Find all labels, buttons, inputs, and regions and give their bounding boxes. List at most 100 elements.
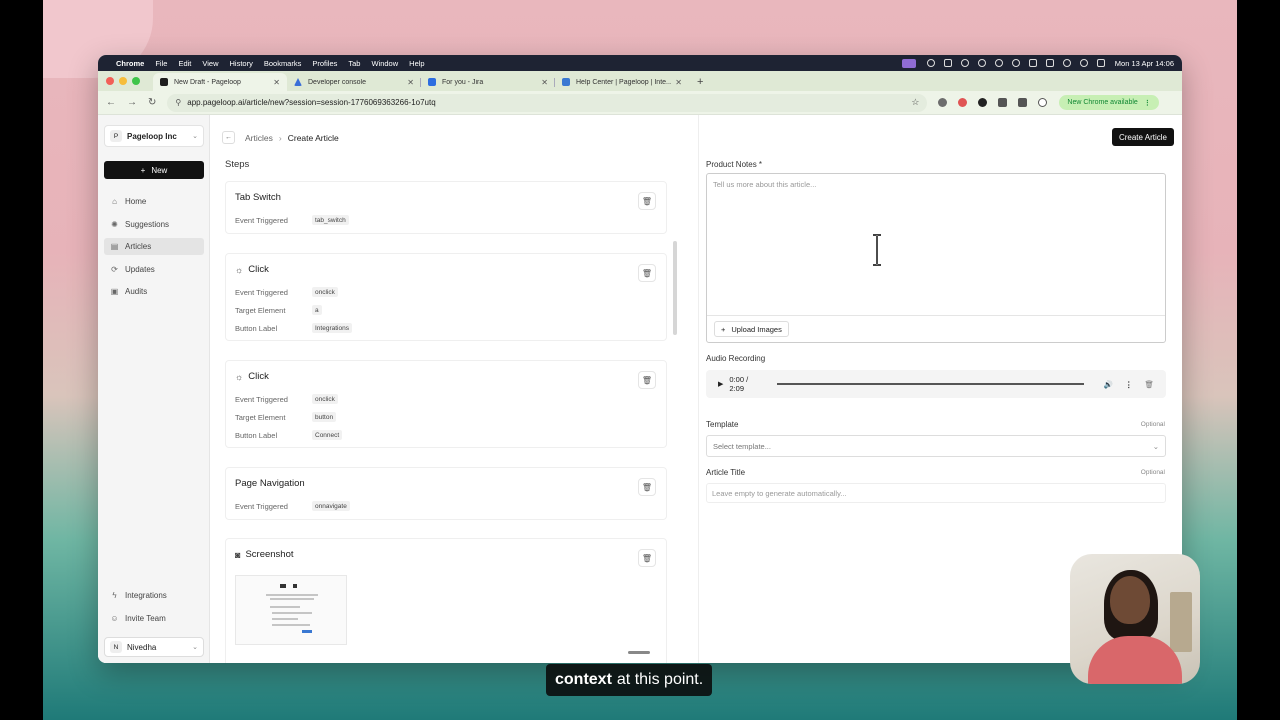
minimize-window-button[interactable] <box>119 77 127 85</box>
step-card: ◙ Screenshot 🗑 <box>225 538 667 663</box>
breadcrumb-articles[interactable]: Articles <box>245 133 273 143</box>
delete-step-trash-icon[interactable]: 🗑 <box>638 371 656 389</box>
menubar-clock[interactable]: Mon 13 Apr 14:06 <box>1115 59 1174 68</box>
sidebar-item-audits[interactable]: ▣ Audits <box>104 283 204 300</box>
sidebar: P Pageloop Inc ⌄ + New ⌂ Home ✺ Suggesti… <box>98 115 210 663</box>
status-icon[interactable] <box>926 59 935 67</box>
screen-recorder-icon[interactable] <box>901 58 916 68</box>
close-tab-icon[interactable]: ✕ <box>541 78 548 87</box>
sidebar-item-integrations[interactable]: ϟ Integrations <box>104 587 204 604</box>
address-bar[interactable]: ⚲ app.pageloop.ai/article/new?session=se… <box>167 93 928 112</box>
menu-chrome[interactable]: Chrome <box>116 59 144 68</box>
side-panel-icon[interactable] <box>1018 98 1028 107</box>
menu-file[interactable]: File <box>155 59 167 68</box>
browser-tab[interactable]: For you - Jira ✕ <box>421 73 555 91</box>
product-notes-textarea[interactable]: Tell us more about this article... + Upl… <box>706 173 1166 343</box>
url-text[interactable]: app.pageloop.ai/article/new?session=sess… <box>187 98 911 107</box>
new-tab-button[interactable]: + <box>689 73 711 91</box>
status-icon[interactable] <box>977 59 986 67</box>
extension-icon[interactable] <box>978 98 988 107</box>
template-select[interactable]: Select template... ⌄ <box>706 435 1166 457</box>
menu-bookmarks[interactable]: Bookmarks <box>264 59 302 68</box>
screenshot-thumbnail[interactable] <box>235 575 347 645</box>
search-icon[interactable] <box>1079 59 1088 67</box>
step-title: Click <box>248 371 269 382</box>
control-center-icon[interactable] <box>1096 59 1105 67</box>
audio-progress-bar[interactable] <box>776 383 1084 385</box>
play-icon[interactable]: ▶ <box>718 380 723 388</box>
document-icon: ▤ <box>110 242 119 251</box>
browser-tab[interactable]: Developer console ✕ <box>287 73 421 91</box>
steps-scrollbar[interactable] <box>673 241 677 335</box>
reload-icon[interactable]: ↻ <box>148 97 156 108</box>
extensions-puzzle-icon[interactable] <box>998 98 1008 107</box>
status-icon[interactable] <box>1011 59 1020 67</box>
step-field-label: Event Triggered <box>235 215 288 225</box>
close-tab-icon[interactable]: ✕ <box>407 78 414 87</box>
article-title-input[interactable]: Leave empty to generate automatically... <box>706 483 1166 503</box>
clipboard-icon: ▣ <box>110 287 119 296</box>
upload-images-label: Upload Images <box>731 324 782 334</box>
zoom-window-button[interactable] <box>132 77 140 85</box>
org-switcher[interactable]: P Pageloop Inc ⌄ <box>104 125 204 147</box>
new-button-label: New <box>151 165 168 175</box>
close-tab-icon[interactable]: ✕ <box>675 78 682 87</box>
horizontal-scroll-handle[interactable] <box>628 651 650 654</box>
delete-step-trash-icon[interactable]: 🗑 <box>638 478 656 496</box>
more-options-icon[interactable]: ⋮ <box>1125 380 1133 389</box>
menu-profiles[interactable]: Profiles <box>312 59 337 68</box>
bookmark-star-icon[interactable]: ☆ <box>911 97 919 108</box>
delete-step-trash-icon[interactable]: 🗑 <box>638 264 656 282</box>
sidebar-item-invite-team[interactable]: ☺ Invite Team <box>104 610 204 627</box>
caption-text: at this point. <box>616 671 704 688</box>
upload-images-button[interactable]: + Upload Images <box>714 321 789 337</box>
delete-audio-trash-icon[interactable]: 🗑 <box>1144 380 1154 389</box>
site-info-icon[interactable]: ⚲ <box>175 98 181 107</box>
close-window-button[interactable] <box>106 77 114 85</box>
menu-edit[interactable]: Edit <box>178 59 191 68</box>
browser-tab[interactable]: New Draft - Pageloop ✕ <box>153 73 287 91</box>
back-arrow-icon[interactable]: ← <box>222 131 235 144</box>
volume-icon[interactable]: 🔊 <box>1104 380 1113 389</box>
battery-icon[interactable] <box>1028 59 1037 67</box>
user-plus-icon: ☺ <box>110 613 119 623</box>
sidebar-item-updates[interactable]: ⟳ Updates <box>104 261 204 278</box>
status-icon[interactable] <box>943 59 952 67</box>
status-icon[interactable] <box>994 59 1003 67</box>
extension-icon[interactable] <box>958 98 968 107</box>
menu-tab[interactable]: Tab <box>348 59 360 68</box>
status-icon[interactable] <box>1045 59 1054 67</box>
back-icon[interactable]: ← <box>106 97 116 108</box>
kebab-menu-icon: ⋮ <box>1143 99 1151 107</box>
close-tab-icon[interactable]: ✕ <box>273 78 280 87</box>
notes-placeholder: Tell us more about this article... <box>713 180 817 189</box>
menu-window[interactable]: Window <box>371 59 398 68</box>
browser-window: Chrome File Edit View History Bookmarks … <box>98 55 1182 663</box>
chrome-update-button[interactable]: New Chrome available ⋮ <box>1059 95 1159 110</box>
forward-icon[interactable]: → <box>127 97 137 108</box>
wifi-icon[interactable] <box>1062 59 1071 67</box>
menu-history[interactable]: History <box>230 59 253 68</box>
step-title: Click <box>248 264 269 275</box>
user-menu[interactable]: N Nivedha ⌄ <box>104 637 204 657</box>
step-title: Page Navigation <box>235 478 305 489</box>
sidebar-item-label: Invite Team <box>125 613 166 623</box>
template-label: Template <box>706 420 739 429</box>
profile-icon[interactable] <box>1038 98 1048 107</box>
delete-step-trash-icon[interactable]: 🗑 <box>638 549 656 567</box>
delete-step-trash-icon[interactable]: 🗑 <box>638 192 656 210</box>
new-button[interactable]: + New <box>104 161 204 179</box>
tab-title: Help Center | Pageloop | Inte... <box>576 78 672 86</box>
letterbox-left <box>0 0 43 720</box>
browser-tab[interactable]: Help Center | Pageloop | Inte... ✕ <box>555 73 689 91</box>
sidebar-item-suggestions[interactable]: ✺ Suggestions <box>104 216 204 233</box>
extension-icon[interactable] <box>938 98 948 107</box>
step-field-value: onnavigate <box>312 501 350 511</box>
status-icon[interactable] <box>960 59 969 67</box>
menu-view[interactable]: View <box>202 59 218 68</box>
status-icons: Mon 13 Apr 14:06 <box>901 58 1174 68</box>
sidebar-item-articles[interactable]: ▤ Articles <box>104 238 204 255</box>
menu-help[interactable]: Help <box>409 59 424 68</box>
text-cursor-icon <box>873 234 881 266</box>
sidebar-item-home[interactable]: ⌂ Home <box>104 193 204 210</box>
